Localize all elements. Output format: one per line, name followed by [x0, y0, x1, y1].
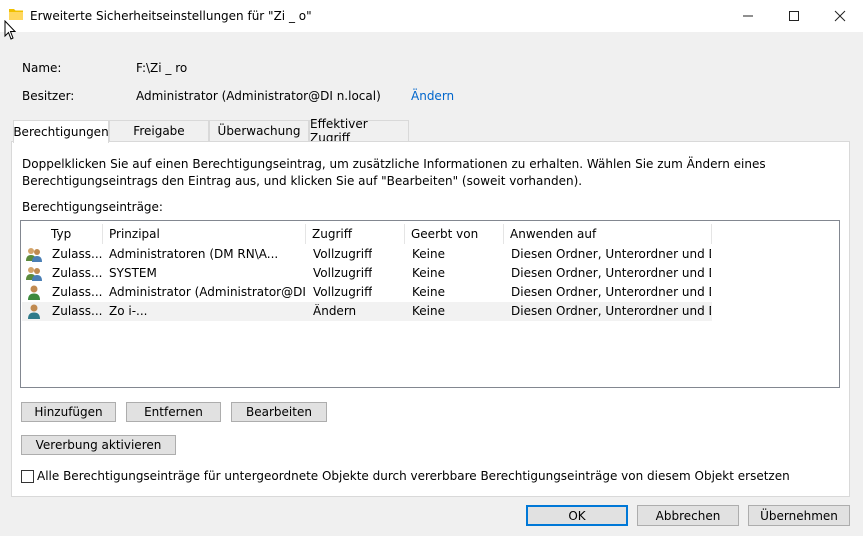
tab-ueberwachung[interactable]: Überwachung: [209, 120, 309, 141]
owner-value: Administrator (Administrator@DI n.local): [136, 89, 381, 103]
table-row[interactable]: Zulass... Administratoren (DM RN\A... Vo…: [22, 245, 712, 264]
table-row[interactable]: Zulass... Administrator (Administrator@D…: [22, 283, 712, 302]
mouse-cursor-icon: [4, 20, 17, 40]
column-header-prinzipal[interactable]: Prinzipal: [103, 224, 306, 244]
cell-prinzipal: Zo i-...: [109, 304, 148, 318]
tab-berechtigungen[interactable]: Berechtigungen: [13, 120, 109, 143]
column-header-typ[interactable]: Typ: [45, 224, 103, 244]
cell-geerbt-von: Keine: [412, 247, 445, 261]
name-value: F:\Zi _ ro: [136, 61, 188, 75]
title-bar[interactable]: Erweiterte Sicherheitseinstellungen für …: [0, 0, 863, 32]
cell-anwenden-auf: Diesen Ordner, Unterordner und Da...: [511, 247, 711, 261]
tab-effektiver-zugriff[interactable]: Effektiver Zugriff: [309, 117, 409, 145]
column-header-anwenden-auf[interactable]: Anwenden auf: [504, 224, 712, 244]
table-row[interactable]: Zulass... SYSTEM Vollzugriff Keine Diese…: [22, 264, 712, 283]
cell-prinzipal: Administratoren (DM RN\A...: [109, 247, 279, 261]
cell-geerbt-von: Keine: [412, 304, 445, 318]
edit-button[interactable]: Bearbeiten: [231, 402, 327, 422]
user-icon: [28, 304, 40, 319]
close-icon: [834, 10, 846, 22]
column-header-zugriff[interactable]: Zugriff: [306, 224, 405, 244]
folder-icon: [9, 9, 23, 20]
column-header-geerbt-von[interactable]: Geerbt von: [405, 224, 504, 244]
replace-child-entries-label[interactable]: Alle Berechtigungseinträge für untergeor…: [37, 469, 790, 483]
tab-freigabe[interactable]: Freigabe: [109, 120, 209, 141]
permissions-list[interactable]: Typ Prinzipal Zugriff Geerbt von Anwende…: [20, 220, 840, 388]
enable-inheritance-button[interactable]: Vererbung aktivieren: [21, 435, 176, 455]
replace-child-entries-checkbox[interactable]: [21, 470, 34, 483]
cell-anwenden-auf: Diesen Ordner, Unterordner und Da...: [511, 304, 711, 318]
owner-label: Besitzer:: [22, 89, 75, 103]
entries-label: Berechtigungseinträge:: [22, 200, 163, 214]
cell-anwenden-auf: Diesen Ordner, Unterordner und Da...: [511, 266, 711, 280]
name-label: Name:: [22, 61, 62, 75]
cell-zugriff: Vollzugriff: [313, 247, 373, 261]
add-button[interactable]: Hinzufügen: [21, 402, 116, 422]
ok-button[interactable]: OK: [526, 505, 628, 526]
window-title: Erweiterte Sicherheitseinstellungen für …: [30, 9, 312, 23]
user-icon: [28, 285, 40, 300]
cell-zugriff: Vollzugriff: [313, 285, 373, 299]
cell-zugriff: Ändern: [313, 304, 357, 318]
cell-anwenden-auf: Diesen Ordner, Unterordner und Da...: [511, 285, 711, 299]
table-row-selected[interactable]: Zulass... Zo i-... Ändern Keine Diesen O…: [22, 302, 712, 321]
maximize-icon: [789, 11, 799, 21]
cell-prinzipal: Administrator (Administrator@DI....: [109, 285, 305, 299]
cell-prinzipal: SYSTEM: [109, 266, 157, 280]
cancel-button[interactable]: Abbrechen: [637, 505, 739, 526]
close-button[interactable]: [817, 0, 863, 32]
cell-typ: Zulass...: [52, 285, 103, 299]
cell-typ: Zulass...: [52, 266, 103, 280]
cell-typ: Zulass...: [52, 247, 103, 261]
user-group-icon: [26, 267, 42, 281]
user-group-icon: [26, 248, 42, 262]
remove-button[interactable]: Entfernen: [126, 402, 221, 422]
owner-change-link[interactable]: Ändern: [411, 89, 454, 103]
cell-geerbt-von: Keine: [412, 285, 445, 299]
minimize-button[interactable]: [725, 0, 771, 32]
cell-zugriff: Vollzugriff: [313, 266, 373, 280]
maximize-button[interactable]: [771, 0, 817, 32]
cell-typ: Zulass...: [52, 304, 103, 318]
description-text: Doppelklicken Sie auf einen Berechtigung…: [22, 157, 766, 188]
apply-button[interactable]: Übernehmen: [748, 505, 850, 526]
cell-geerbt-von: Keine: [412, 266, 445, 280]
minimize-icon: [743, 15, 753, 17]
